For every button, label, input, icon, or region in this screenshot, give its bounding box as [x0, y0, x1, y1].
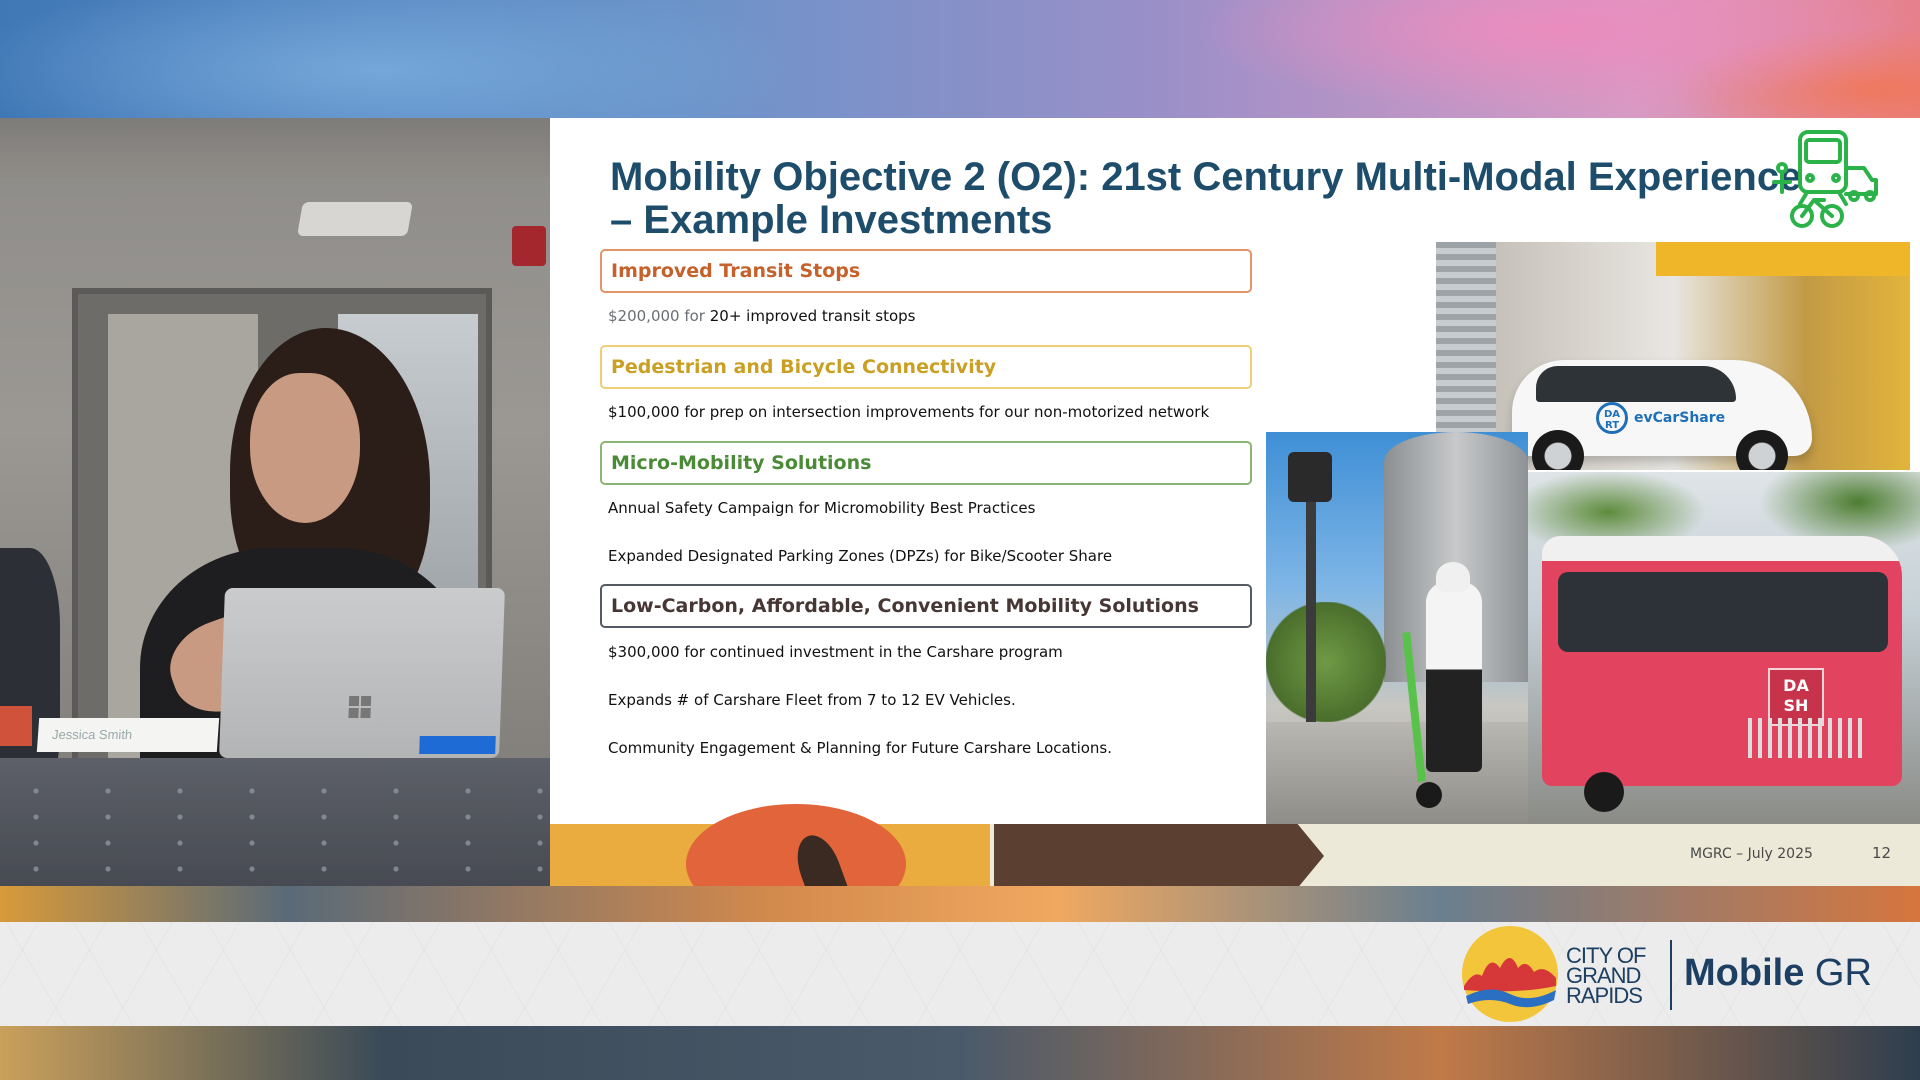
item-amount: $200,000 for — [608, 307, 705, 325]
logo-divider — [1670, 940, 1672, 1010]
bike-rack — [1748, 718, 1868, 758]
page-number: 12 — [1872, 844, 1892, 862]
section-heading-micromobility: Micro-Mobility Solutions — [600, 441, 1252, 485]
list-item: $300,000 for continued investment in the… — [608, 643, 1063, 661]
bottom-strip — [0, 1026, 1920, 1080]
slide-title: Mobility Objective 2 (O2): 21st Century … — [610, 156, 1840, 242]
footer-date: MGRC – July 2025 — [1690, 846, 1813, 862]
section-heading-low-carbon: Low-Carbon, Affordable, Convenient Mobil… — [600, 584, 1252, 628]
list-item: $200,000 for 20+ improved transit stops — [608, 307, 915, 325]
sunset-strip — [0, 886, 1920, 922]
sky-background — [0, 0, 1920, 120]
scooter-rider — [1426, 582, 1482, 772]
slide-title-line-2: – Example Investments — [610, 198, 1053, 242]
bus-photo: DA SH — [1528, 472, 1920, 824]
footer-arrow — [994, 824, 1324, 888]
traffic-signal — [1288, 452, 1332, 502]
list-item: Expanded Designated Parking Zones (DPZs)… — [608, 547, 1113, 565]
city-wordmark: CITY OF GRAND RAPIDS — [1566, 943, 1646, 1008]
speaker-face — [250, 373, 360, 523]
mobile-gr-wordmark: Mobile GR — [1684, 952, 1872, 994]
laptop-sticker — [419, 736, 496, 754]
camera-feed: Jessica Smith — [0, 118, 550, 888]
list-item: Expands # of Carshare Fleet from 7 to 12… — [608, 691, 1016, 709]
windows-logo-icon — [348, 696, 372, 718]
dart-badge: DA RT — [1596, 402, 1628, 434]
list-item: Annual Safety Campaign for Micromobility… — [608, 499, 1036, 517]
carshare-logo: DA RT evCarShare — [1596, 402, 1725, 434]
city-logo-icon — [1462, 926, 1558, 1022]
multimodal-transport-icon — [1772, 130, 1878, 228]
red-object — [0, 706, 32, 746]
laptop — [219, 588, 505, 758]
slide-footer: MGRC – July 2025 12 — [550, 804, 1920, 888]
list-item: $100,000 for prep on intersection improv… — [608, 403, 1210, 421]
slide-title-line-1: Mobility Objective 2 (O2): 21st Century … — [610, 155, 1802, 199]
presentation-slide: Mobility Objective 2 (O2): 21st Century … — [550, 118, 1920, 888]
exit-light — [297, 202, 413, 236]
scooter-photo — [1266, 432, 1528, 824]
list-item: Community Engagement & Planning for Futu… — [608, 739, 1113, 757]
nameplate: Jessica Smith — [36, 718, 220, 752]
section-heading-transit-stops: Improved Transit Stops — [600, 249, 1252, 293]
section-heading-ped-bike: Pedestrian and Bicycle Connectivity — [600, 345, 1252, 389]
fire-alarm — [512, 226, 546, 266]
ceiling — [0, 118, 550, 178]
item-text: 20+ improved transit stops — [709, 307, 916, 325]
